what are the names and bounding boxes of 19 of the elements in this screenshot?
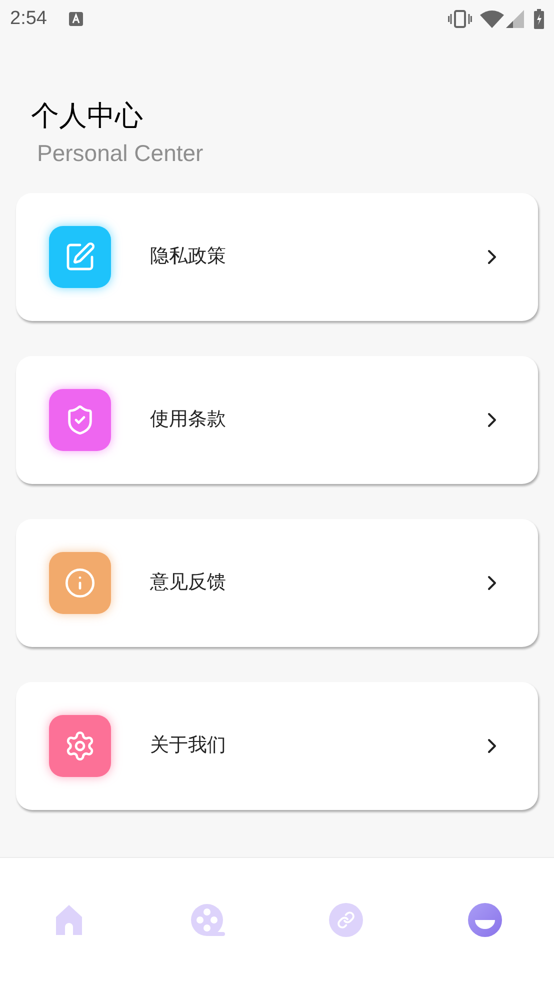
menu-label: 关于我们 [150, 734, 227, 758]
film-reel-icon[interactable] [190, 903, 225, 937]
wifi-icon [480, 10, 504, 28]
battery-icon [534, 9, 544, 29]
smile-icon[interactable] [468, 903, 502, 937]
page-subtitle: Personal Center [37, 139, 204, 168]
keyboard-icon [68, 12, 83, 26]
menu-label: 意见反馈 [150, 570, 227, 595]
menu-label: 使用条款 [150, 408, 227, 432]
signal-icon [506, 10, 524, 28]
menu-card[interactable]: 关于我们 [16, 682, 538, 810]
status-time: 2:54 [10, 6, 47, 31]
menu-card[interactable]: 使用条款 [16, 356, 538, 484]
link-icon[interactable] [329, 903, 364, 937]
page-title: 个人中心 [31, 99, 144, 133]
menu-card[interactable]: 意见反馈 [16, 519, 538, 647]
menu-label: 隐私政策 [150, 244, 227, 269]
menu-card[interactable]: 隐私政策 [16, 193, 538, 321]
vibrate-icon [448, 10, 472, 28]
